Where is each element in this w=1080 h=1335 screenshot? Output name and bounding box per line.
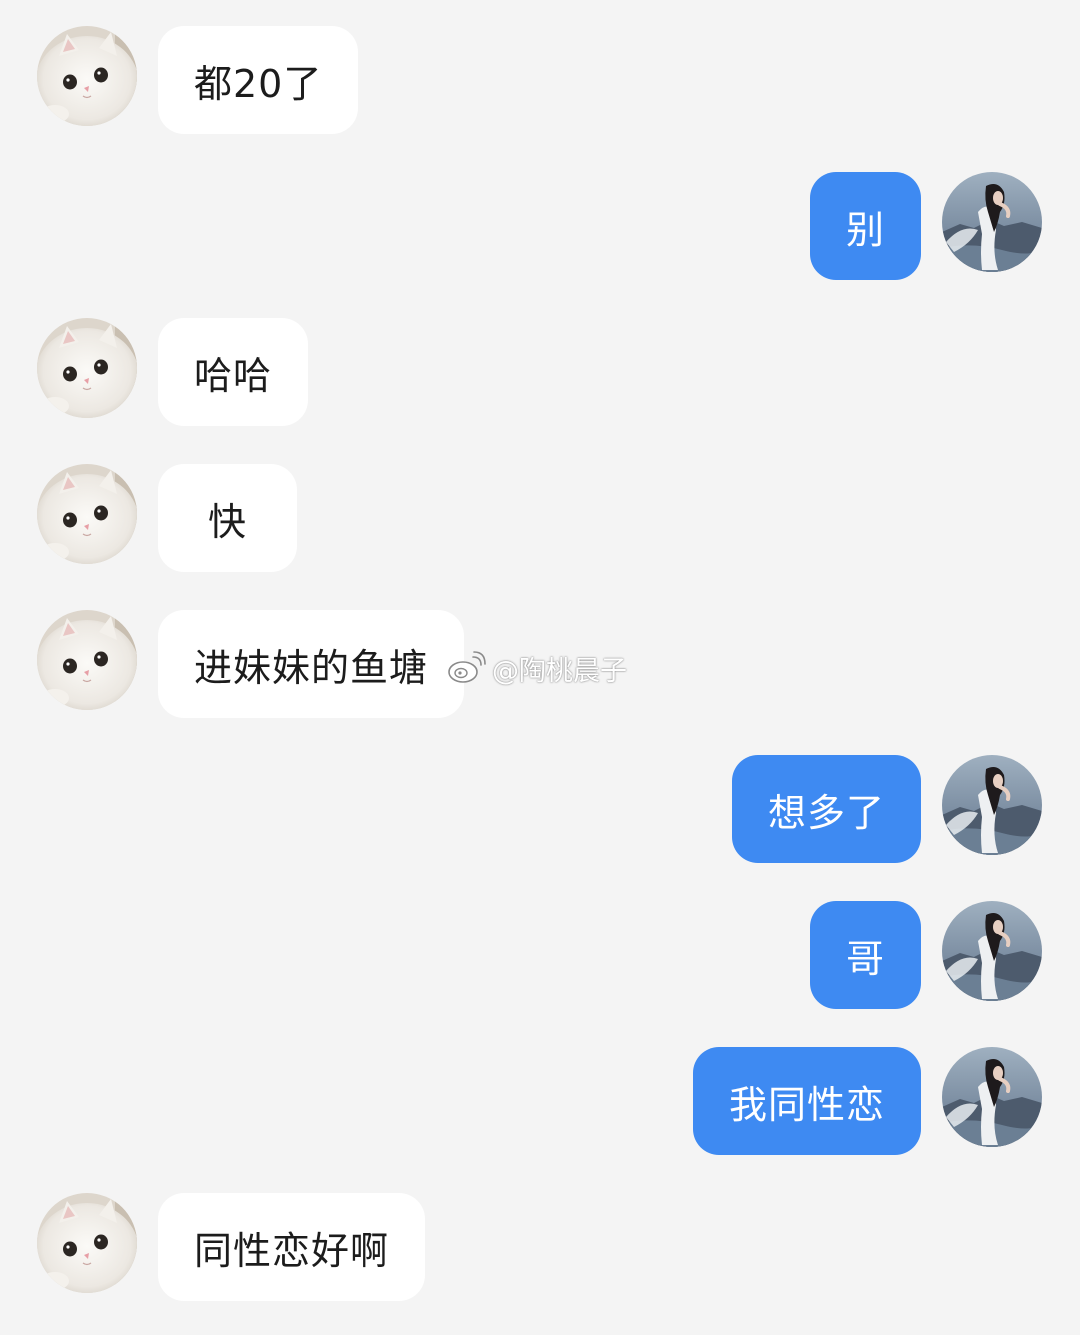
contact-avatar[interactable]: [37, 318, 137, 418]
cat-avatar-image: [37, 610, 137, 710]
chat-message-incoming: 都20了: [0, 26, 1080, 134]
contact-avatar[interactable]: [37, 610, 137, 710]
self-avatar[interactable]: [942, 172, 1042, 272]
weibo-logo-icon: [448, 651, 486, 683]
chat-message-incoming: 哈哈: [0, 318, 1080, 426]
chat-message-outgoing: 我同性恋: [0, 1047, 1080, 1155]
incoming-message-bubble[interactable]: 快: [158, 464, 298, 572]
cat-avatar-image: [37, 464, 137, 564]
chat-message-outgoing: 哥: [0, 901, 1080, 1009]
contact-avatar[interactable]: [37, 464, 137, 564]
outgoing-message-bubble[interactable]: 我同性恋: [692, 1047, 921, 1155]
incoming-message-bubble[interactable]: 哈哈: [158, 318, 309, 426]
user-avatar-image: [942, 1047, 1042, 1147]
incoming-message-bubble[interactable]: 同性恋好啊: [158, 1193, 426, 1301]
weibo-watermark: @陶桃晨子: [446, 648, 627, 688]
contact-avatar[interactable]: [37, 1193, 137, 1293]
user-avatar-image: [942, 901, 1042, 1001]
chat-message-incoming: 快: [0, 464, 1080, 572]
self-avatar[interactable]: [942, 1047, 1042, 1147]
user-avatar-image: [942, 172, 1042, 272]
self-avatar[interactable]: [942, 755, 1042, 855]
chat-message-incoming: 同性恋好啊: [0, 1193, 1080, 1301]
self-avatar[interactable]: [942, 901, 1042, 1001]
watermark-text: @陶桃晨子: [492, 655, 627, 687]
outgoing-message-bubble[interactable]: 别: [809, 172, 921, 280]
outgoing-message-bubble[interactable]: 想多了: [731, 755, 921, 863]
cat-avatar-image: [37, 318, 137, 418]
contact-avatar[interactable]: [37, 26, 137, 126]
incoming-message-bubble[interactable]: 进妹妹的鱼塘: [158, 610, 465, 718]
cat-avatar-image: [37, 1193, 137, 1293]
user-avatar-image: [942, 755, 1042, 855]
chat-message-outgoing: 想多了: [0, 755, 1080, 863]
cat-avatar-image: [37, 26, 137, 126]
chat-message-outgoing: 别: [0, 172, 1080, 280]
incoming-message-bubble[interactable]: 都20了: [158, 26, 359, 134]
outgoing-message-bubble[interactable]: 哥: [809, 901, 921, 1009]
